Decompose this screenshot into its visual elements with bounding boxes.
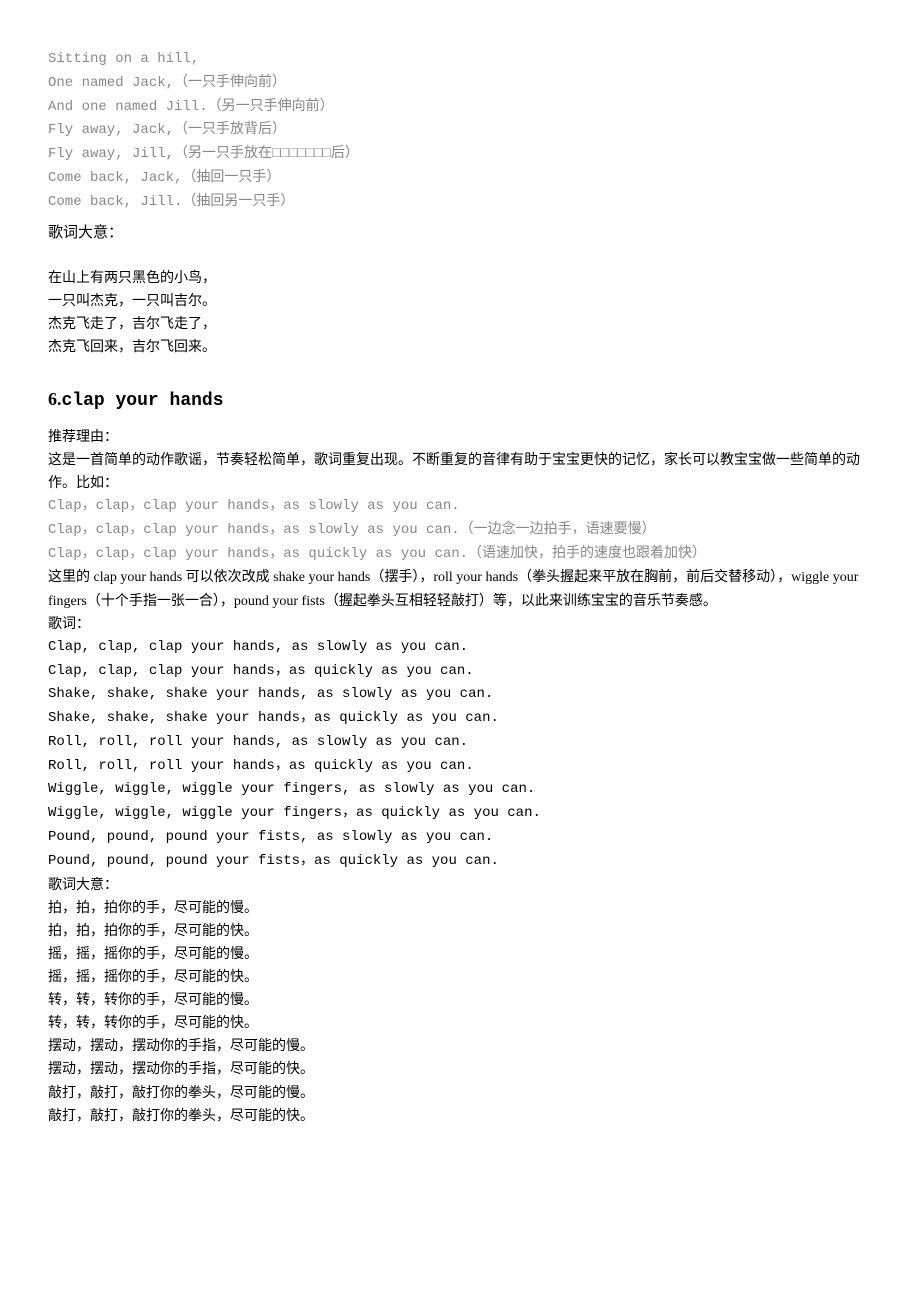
lyric-line: Roll, roll, roll your hands，as quickly a… [48,755,872,779]
meaning-line: 拍，拍，拍你的手，尽可能的慢。 [48,897,872,920]
lyric-line: And one named Jill.（另一只手伸向前） [48,96,872,120]
lyrics-label: 歌词： [48,613,872,636]
lyric-line: Shake, shake, shake your hands，as quickl… [48,707,872,731]
lyric-line: Fly away, Jill,（另一只手放在□□□□□□□后） [48,143,872,167]
lyric-line: Pound, pound, pound your fists，as quickl… [48,850,872,874]
lyric-line: Wiggle, wiggle, wiggle your fingers，as q… [48,802,872,826]
meaning-line: 拍，拍，拍你的手，尽可能的快。 [48,920,872,943]
example-line: Clap，clap，clap your hands，as slowly as y… [48,519,872,543]
section5-lyrics-en: Sitting on a hill, One named Jack,（一只手伸向… [48,48,872,215]
meaning-label: 歌词大意： [48,874,872,897]
lyric-line: Clap, clap, clap your hands，as quickly a… [48,660,872,684]
meaning-line: 转，转，转你的手，尽可能的快。 [48,1012,872,1035]
lyric-line: Fly away, Jack,（一只手放背后） [48,119,872,143]
example-line: Clap，clap，clap your hands，as quickly as … [48,543,872,567]
recommend-label: 推荐理由： [48,426,872,449]
lyric-line: Come back, Jill.（抽回另一只手） [48,191,872,215]
meaning-line: 在山上有两只黑色的小鸟， [48,267,872,290]
section-title-text: clap your hands [62,391,224,411]
lyric-line: Wiggle, wiggle, wiggle your fingers, as … [48,778,872,802]
lyric-line: Clap, clap, clap your hands, as slowly a… [48,636,872,660]
explain-text: 这里的 clap your hands 可以依次改成 shake your ha… [48,566,872,612]
lyric-line: Roll, roll, roll your hands, as slowly a… [48,731,872,755]
section5-meaning-lines: 在山上有两只黑色的小鸟， 一只叫杰克，一只叫吉尔。 杰克飞走了，吉尔飞走了， 杰… [48,267,872,359]
section6-title: 6.clap your hands [48,385,872,416]
recommend-text: 这是一首简单的动作歌谣，节奏轻松简单，歌词重复出现。不断重复的音律有助于宝宝更快… [48,449,872,495]
section6-meaning-lines: 拍，拍，拍你的手，尽可能的慢。 拍，拍，拍你的手，尽可能的快。 摇，摇，摇你的手… [48,897,872,1128]
lyric-line: Pound, pound, pound your fists, as slowl… [48,826,872,850]
section-number: 6. [48,389,62,409]
meaning-line: 敲打，敲打，敲打你的拳头，尽可能的快。 [48,1105,872,1128]
section5-meaning-label: 歌词大意： [48,221,872,245]
lyric-line: Come back, Jack,（抽回一只手） [48,167,872,191]
meaning-line: 一只叫杰克，一只叫吉尔。 [48,290,872,313]
meaning-line: 杰克飞走了，吉尔飞走了， [48,313,872,336]
lyric-line: Sitting on a hill, [48,48,872,72]
meaning-line: 转，转，转你的手，尽可能的慢。 [48,989,872,1012]
section6-body: 推荐理由： 这是一首简单的动作歌谣，节奏轻松简单，歌词重复出现。不断重复的音律有… [48,426,872,1128]
lyric-line: One named Jack,（一只手伸向前） [48,72,872,96]
example-line: Clap，clap，clap your hands，as slowly as y… [48,495,872,519]
meaning-line: 摆动，摆动，摆动你的手指，尽可能的慢。 [48,1035,872,1058]
meaning-line: 摆动，摆动，摆动你的手指，尽可能的快。 [48,1058,872,1081]
meaning-line: 敲打，敲打，敲打你的拳头，尽可能的慢。 [48,1082,872,1105]
meaning-line: 摇，摇，摇你的手，尽可能的慢。 [48,943,872,966]
meaning-line: 摇，摇，摇你的手，尽可能的快。 [48,966,872,989]
meaning-line: 杰克飞回来，吉尔飞回来。 [48,336,872,359]
lyric-line: Shake, shake, shake your hands, as slowl… [48,683,872,707]
section6-lyrics-en: Clap, clap, clap your hands, as slowly a… [48,636,872,874]
